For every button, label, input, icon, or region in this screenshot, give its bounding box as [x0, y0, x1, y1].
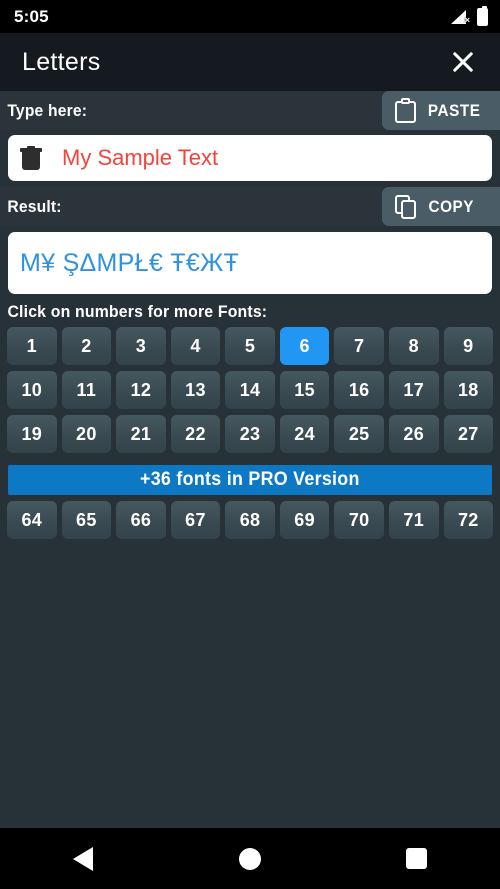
font-button[interactable]: 4: [170, 327, 221, 365]
font-button[interactable]: 22: [170, 415, 221, 453]
nav-recents-button[interactable]: [386, 828, 448, 889]
android-nav-bar: [0, 827, 500, 889]
copy-icon: [395, 194, 417, 219]
font-button[interactable]: 21: [116, 415, 166, 453]
font-button[interactable]: 72: [443, 501, 494, 539]
font-button[interactable]: 5: [225, 327, 275, 365]
title-bar: Letters: [0, 33, 500, 91]
font-button[interactable]: 11: [61, 371, 112, 409]
result-value: M¥ ŞΔMPŁ€ Ŧ€ЖŦ: [20, 248, 240, 277]
input-label-row: Type here: PASTE: [0, 91, 500, 130]
font-button[interactable]: 68: [225, 501, 275, 539]
font-button[interactable]: 12: [116, 371, 166, 409]
status-icons: ×: [451, 5, 488, 26]
text-input-field[interactable]: My Sample Text: [8, 135, 492, 181]
font-button[interactable]: 15: [279, 371, 330, 409]
trash-icon[interactable]: [20, 146, 42, 170]
nav-home-button[interactable]: [219, 828, 281, 889]
circle-home-icon: [238, 847, 261, 870]
font-button[interactable]: 2: [61, 327, 112, 365]
font-button[interactable]: 71: [388, 501, 439, 539]
font-button[interactable]: 27: [443, 415, 494, 453]
font-button[interactable]: 10: [7, 371, 57, 409]
status-time: 5:05: [14, 6, 49, 26]
input-label: Type here:: [7, 100, 88, 120]
font-row-2: 10 11 12 13 14 15 16 17 18: [7, 371, 494, 409]
font-button[interactable]: 9: [443, 327, 494, 365]
font-row-pro: 64 65 66 67 68 69 70 71 72: [7, 501, 494, 539]
paste-button[interactable]: PASTE: [382, 91, 500, 130]
close-icon[interactable]: [446, 45, 480, 79]
empty-space: [0, 539, 500, 827]
font-button[interactable]: 69: [279, 501, 330, 539]
font-button[interactable]: 20: [61, 415, 112, 453]
font-row-3: 19 20 21 22 23 24 25 26 27: [7, 415, 494, 453]
result-label-row: Result: COPY: [0, 187, 500, 226]
square-recents-icon: [406, 848, 428, 869]
font-button[interactable]: 8: [388, 327, 439, 365]
font-button[interactable]: 25: [334, 415, 384, 453]
font-number-grid: 1 2 3 4 5 6 7 8 9 10 11 12 13 14 15 16 1…: [0, 327, 500, 539]
clipboard-icon: [395, 98, 416, 123]
font-button[interactable]: 65: [61, 501, 112, 539]
font-button[interactable]: 64: [7, 501, 57, 539]
pro-version-label: +36 fonts in PRO Version: [140, 469, 360, 490]
font-row-1: 1 2 3 4 5 6 7 8 9: [7, 327, 494, 365]
font-button[interactable]: 13: [170, 371, 221, 409]
status-bar: 5:05 ×: [0, 0, 500, 33]
page-title: Letters: [22, 47, 101, 76]
signal-no-sim-icon: ×: [451, 9, 470, 25]
font-button[interactable]: 3: [116, 327, 166, 365]
nav-back-button[interactable]: [52, 828, 114, 889]
font-button[interactable]: 7: [334, 327, 384, 365]
paste-button-label: PASTE: [427, 100, 481, 120]
font-button[interactable]: 26: [388, 415, 439, 453]
result-field[interactable]: M¥ ŞΔMPŁ€ Ŧ€ЖŦ: [8, 232, 492, 294]
font-button[interactable]: 70: [334, 501, 384, 539]
triangle-back-icon: [73, 846, 94, 871]
input-value: My Sample Text: [62, 145, 219, 170]
font-button[interactable]: 16: [334, 371, 384, 409]
font-button[interactable]: 18: [443, 371, 494, 409]
copy-button-label: COPY: [428, 196, 475, 216]
copy-button[interactable]: COPY: [382, 187, 500, 226]
pro-version-banner[interactable]: +36 fonts in PRO Version: [8, 465, 492, 495]
font-button-selected[interactable]: 6: [279, 327, 330, 365]
font-button[interactable]: 66: [116, 501, 166, 539]
font-button[interactable]: 23: [225, 415, 275, 453]
result-label: Result:: [7, 196, 62, 216]
font-button[interactable]: 19: [7, 415, 57, 453]
font-button[interactable]: 1: [7, 327, 57, 365]
font-button[interactable]: 67: [170, 501, 221, 539]
font-button[interactable]: 17: [388, 371, 439, 409]
font-button[interactable]: 24: [279, 415, 330, 453]
battery-full-icon: [477, 5, 488, 26]
font-button[interactable]: 14: [225, 371, 275, 409]
fonts-hint: Click on numbers for more Fonts:: [7, 302, 268, 321]
app-window: 5:05 × Letters Type here: PASTE My Sampl…: [0, 0, 500, 889]
